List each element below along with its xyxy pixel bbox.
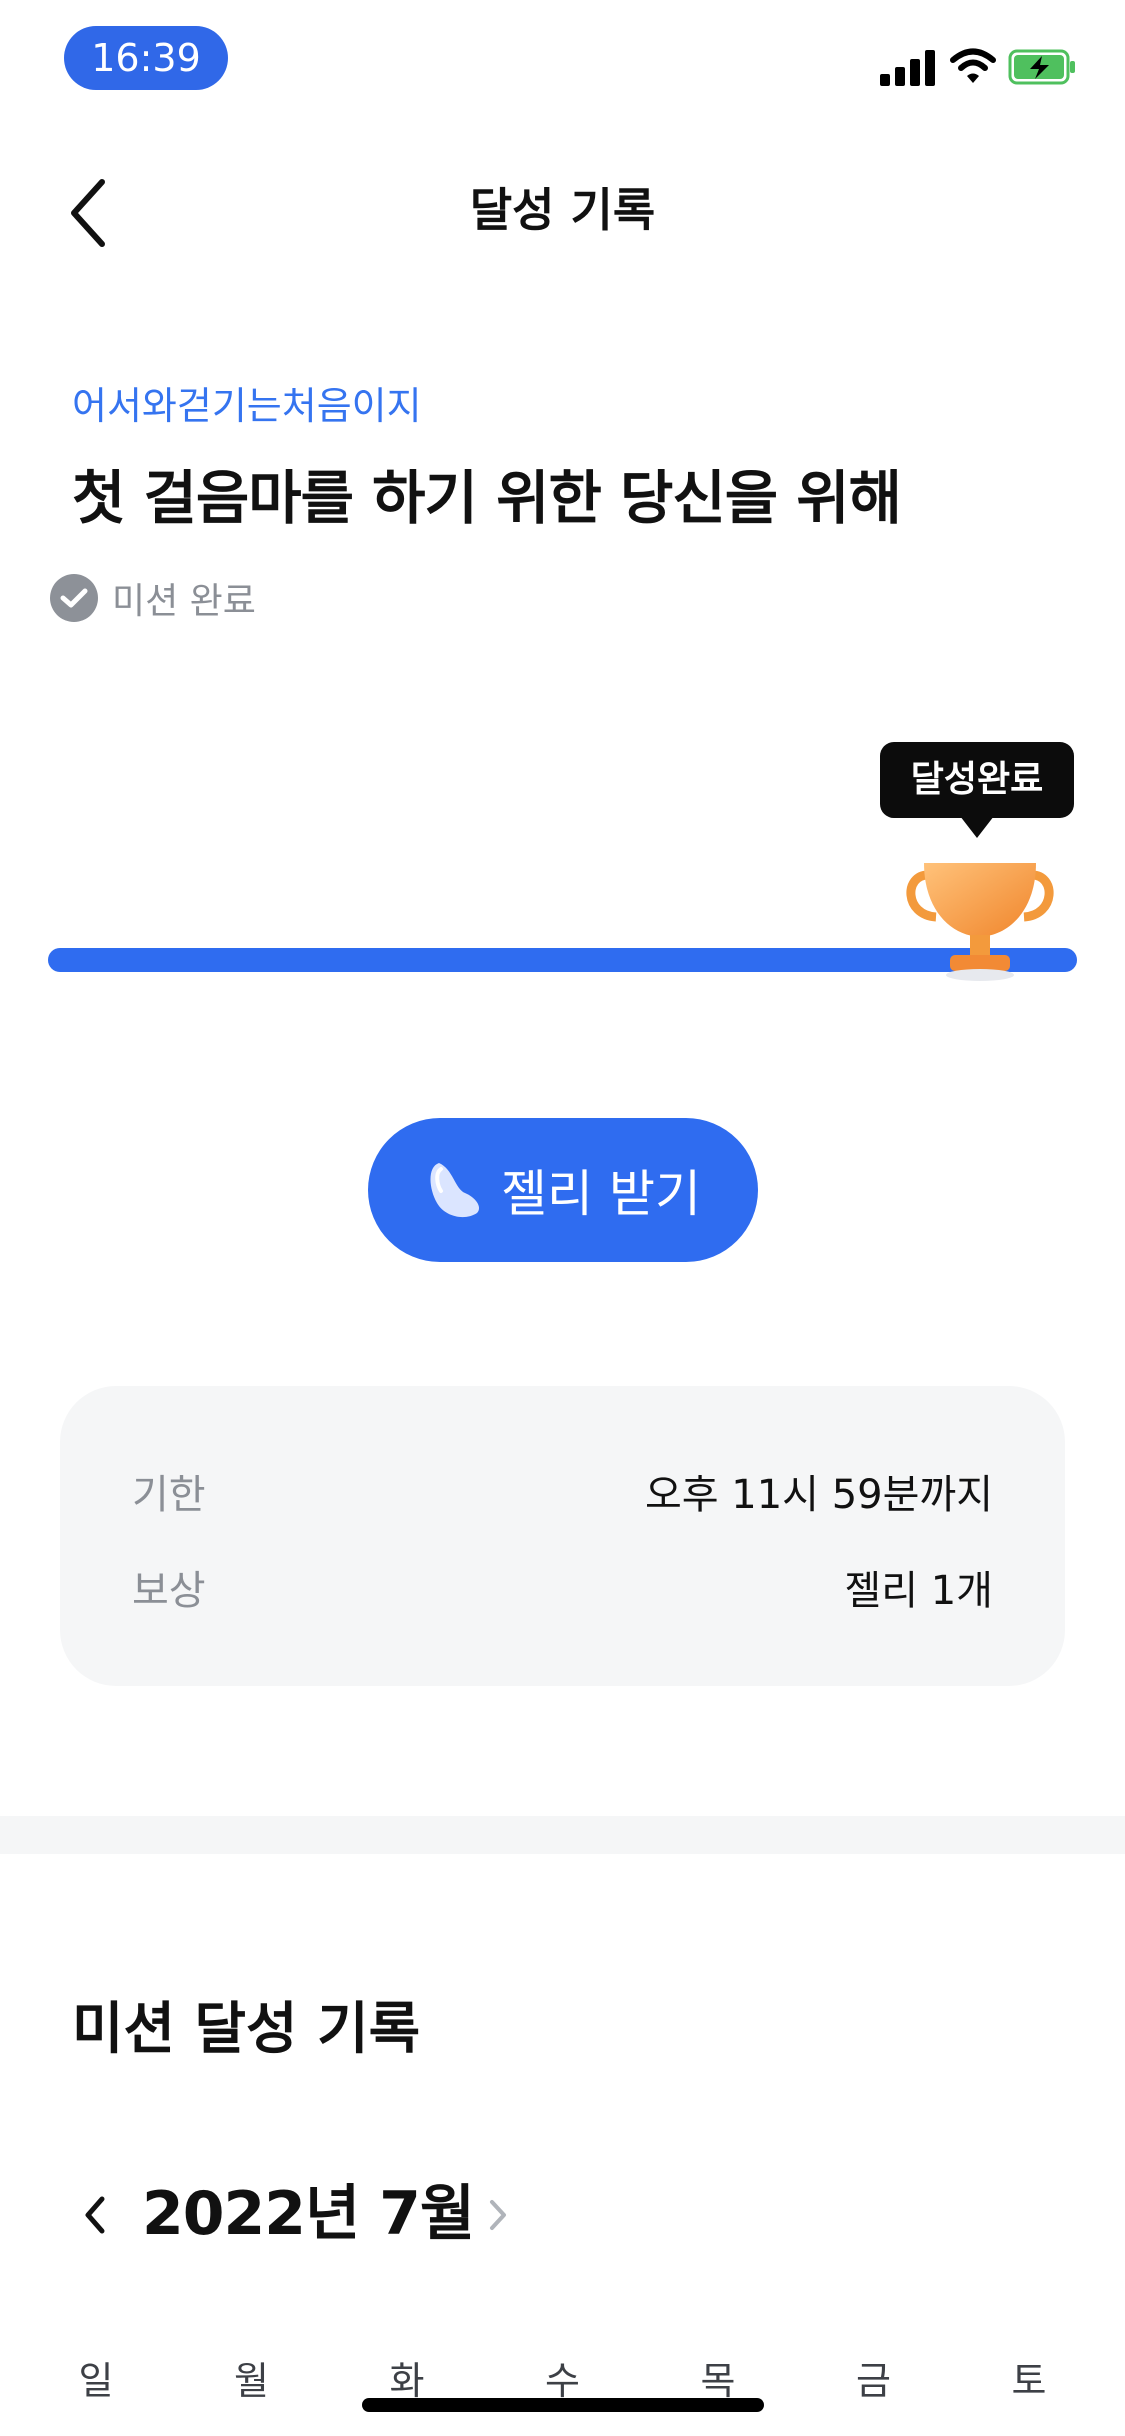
history-section-title: 미션 달성 기록 xyxy=(72,1997,421,2062)
mission-status-label: 미션 완료 xyxy=(112,581,256,622)
receive-jelly-label: 젤리 받기 xyxy=(501,1165,701,1223)
tooltip-arrow xyxy=(960,816,994,838)
reward-label: 보상 xyxy=(132,1568,206,1614)
calendar-month: 2022년 7월 xyxy=(142,2179,475,2249)
completion-tooltip: 달성완료 xyxy=(880,742,1074,818)
previous-month-button[interactable] xyxy=(76,2185,116,2245)
receive-jelly-button[interactable]: 젤리 받기 xyxy=(368,1118,758,1262)
cellular-signal-icon xyxy=(880,48,936,86)
mission-status: 미션 완료 xyxy=(50,570,256,626)
page-title: 달성 기록 xyxy=(469,183,656,237)
reward-value: 젤리 1개 xyxy=(844,1568,993,1614)
weekday-tue: 화 xyxy=(389,2359,425,2403)
wifi-icon xyxy=(950,48,996,83)
mission-subtitle: 어서와걷기는처음이지 xyxy=(72,384,422,428)
check-circle-icon xyxy=(50,574,98,622)
weekday-thu: 목 xyxy=(700,2359,736,2403)
weekday-sat: 토 xyxy=(1011,2359,1047,2403)
weekday-header: 일 월 화 수 목 금 토 xyxy=(46,2350,1079,2405)
trophy-icon xyxy=(906,863,1054,981)
status-time: 16:39 xyxy=(64,26,228,90)
next-month-button[interactable] xyxy=(484,2190,514,2240)
deadline-value: 오후 11시 59분까지 xyxy=(644,1472,993,1518)
weekday-fri: 금 xyxy=(856,2359,891,2403)
weekday-sun: 일 xyxy=(78,2359,114,2403)
home-indicator xyxy=(362,2398,764,2412)
battery-charging-icon xyxy=(1008,49,1075,85)
section-divider xyxy=(0,1816,1125,1854)
weekday-mon: 월 xyxy=(234,2359,269,2403)
jelly-bean-icon xyxy=(430,1163,480,1218)
mission-info-card: 기한 오후 11시 59분까지 보상 젤리 1개 xyxy=(60,1386,1065,1686)
mission-title: 첫 걸음마를 하기 위한 당신을 위해 xyxy=(72,464,902,532)
weekday-wed: 수 xyxy=(545,2359,580,2403)
deadline-label: 기한 xyxy=(132,1472,206,1518)
